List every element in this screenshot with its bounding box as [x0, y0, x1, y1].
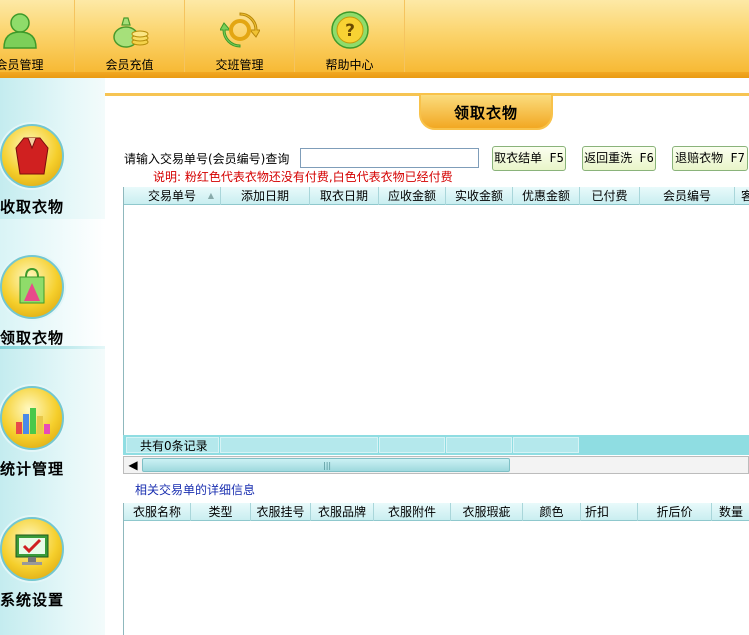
detail-grid[interactable]: 衣服名称 类型 衣服挂号 衣服品牌 衣服附件 衣服瑕疵 颜色 折扣 折后价 数量 [123, 503, 749, 635]
robe-icon [0, 124, 64, 188]
sort-asc-icon: ▲ [207, 191, 214, 200]
footer-cell [220, 437, 378, 453]
column-header-add-date[interactable]: 添加日期 [221, 187, 310, 205]
column-header-label: 交易单号 [147, 189, 196, 203]
toolbar-label: 会员管理 [0, 58, 44, 72]
scroll-left-icon[interactable]: ◀ [125, 458, 141, 472]
sidebar-item-label: 统计管理 [0, 460, 65, 478]
order-number-search-input[interactable] [300, 148, 479, 168]
sidebar-divider [0, 346, 105, 349]
grid-header: 交易单号 ▲ 添加日期 取衣日期 应收金额 实收金额 优惠金额 已付费 会员编号… [124, 187, 749, 205]
toolbar-member-management[interactable]: 会员管理 [0, 0, 75, 78]
top-toolbar: 会员管理 会员充值 交班管理 ? 帮助中心 [0, 0, 749, 78]
detail-section-title: 相关交易单的详细信息 [135, 483, 256, 497]
rewash-button[interactable]: 返回重洗 F6 [582, 146, 656, 171]
page-title: 领取衣物 [453, 104, 518, 122]
toolbar-help-center[interactable]: ? 帮助中心 [295, 0, 405, 78]
column-header-color[interactable]: 颜色 [523, 503, 581, 521]
scrollbar-thumb[interactable]: ||| [142, 458, 510, 472]
help-icon: ? [330, 11, 369, 49]
grid-header: 衣服名称 类型 衣服挂号 衣服品牌 衣服附件 衣服瑕疵 颜色 折扣 折后价 数量 [124, 503, 749, 521]
column-header-brand[interactable]: 衣服品牌 [311, 503, 374, 521]
toolbar-shift-management[interactable]: 交班管理 [185, 0, 295, 78]
sidebar-item-label: 收取衣物 [0, 198, 65, 216]
svg-text:?: ? [345, 21, 355, 41]
money-bag-icon [112, 17, 148, 48]
grid-footer: 共有0条记录 [123, 435, 749, 455]
sidebar: 收取衣物 领取衣物 统计管理 系统设置 [0, 78, 105, 635]
column-header-quantity[interactable]: 数量 [712, 503, 749, 521]
refresh-cycle-icon [219, 12, 260, 48]
bar-chart-icon [0, 386, 64, 450]
column-header-member-no[interactable]: 会员编号 [640, 187, 735, 205]
footer-cell [513, 437, 579, 453]
monitor-settings-icon [0, 517, 64, 581]
column-header-type[interactable]: 类型 [191, 503, 251, 521]
column-header-defects[interactable]: 衣服瑕疵 [451, 503, 523, 521]
grip-icon: ||| [323, 461, 332, 470]
record-count: 共有0条记录 [126, 437, 219, 453]
column-header-order-no[interactable]: 交易单号 ▲ [124, 187, 221, 205]
shopping-bag-icon [0, 255, 64, 319]
column-header-tag-no[interactable]: 衣服挂号 [251, 503, 311, 521]
column-header-discounted-price[interactable]: 折后价 [638, 503, 712, 521]
footer-cell [446, 437, 512, 453]
column-header-paid[interactable]: 已付费 [580, 187, 640, 205]
sidebar-item-receive-clothes[interactable]: 收取衣物 [0, 88, 105, 218]
column-header-pickup-date[interactable]: 取衣日期 [310, 187, 379, 205]
column-header-discount-rate[interactable]: 折扣 [581, 503, 638, 521]
toolbar-label: 交班管理 [215, 58, 264, 72]
take-clothes-button[interactable]: 取衣结单 F5 [492, 146, 566, 171]
column-header-clothes-name[interactable]: 衣服名称 [124, 503, 191, 521]
column-header-amount-paid[interactable]: 实收金额 [446, 187, 513, 205]
sidebar-item-system-settings[interactable]: 系统设置 [0, 481, 105, 611]
transaction-grid[interactable]: 交易单号 ▲ 添加日期 取衣日期 应收金额 实收金额 优惠金额 已付费 会员编号… [123, 187, 749, 435]
sidebar-item-label: 系统设置 [0, 591, 65, 609]
color-legend-note: 说明: 粉红色代表衣物还没有付费,白色代表衣物已经付费 [153, 170, 453, 184]
column-header-customer[interactable]: 客 [735, 187, 749, 205]
sidebar-item-pickup-clothes[interactable]: 领取衣物 [0, 219, 105, 349]
toolbar-label: 帮助中心 [325, 58, 374, 72]
toolbar-label: 会员充值 [105, 58, 154, 72]
column-header-accessories[interactable]: 衣服附件 [374, 503, 451, 521]
column-header-discount[interactable]: 优惠金额 [513, 187, 580, 205]
horizontal-scrollbar[interactable]: ◀ ||| [123, 456, 749, 474]
sidebar-item-label: 领取衣物 [0, 329, 65, 347]
query-label: 请输入交易单号(会员编号)查询 [124, 152, 290, 166]
toolbar-member-recharge[interactable]: 会员充值 [75, 0, 185, 78]
page-title-tab: 领取衣物 [419, 93, 553, 130]
sidebar-item-statistics[interactable]: 统计管理 [0, 350, 105, 480]
column-header-amount-due[interactable]: 应收金额 [379, 187, 446, 205]
footer-cell [379, 437, 445, 453]
refund-clothes-button[interactable]: 退赔衣物 F7 [672, 146, 748, 171]
member-icon [2, 13, 37, 49]
